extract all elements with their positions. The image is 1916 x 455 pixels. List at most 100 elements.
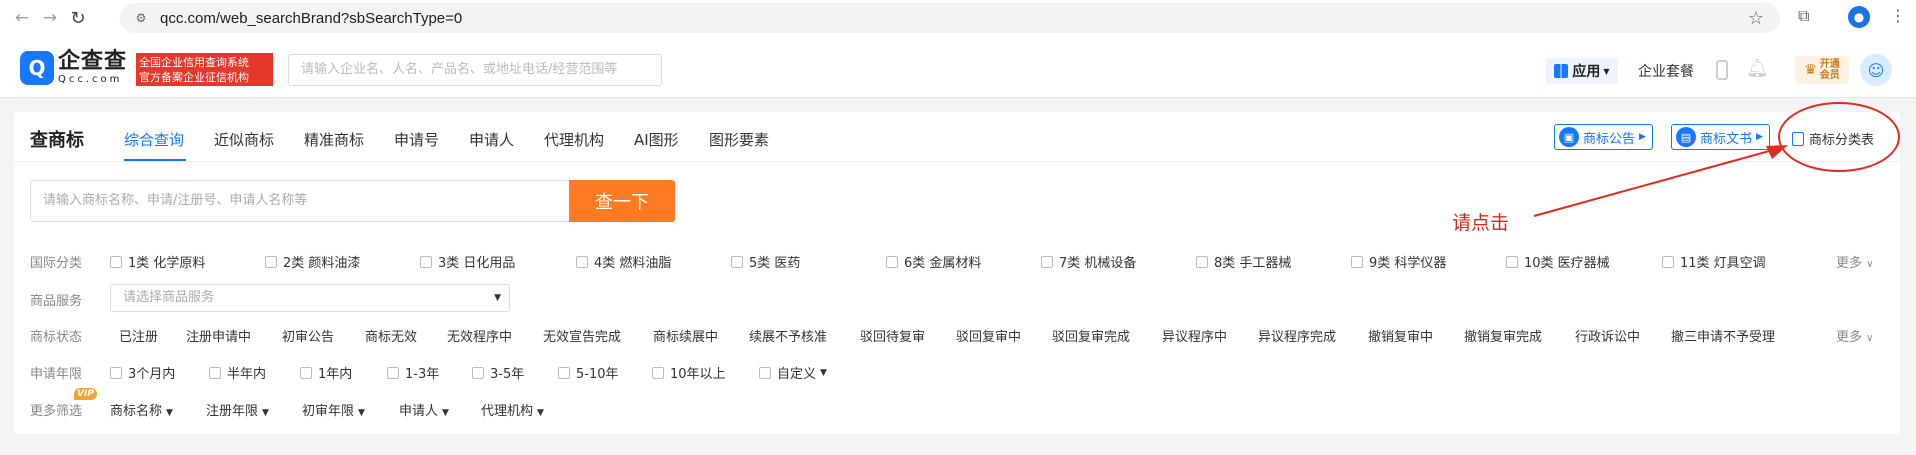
caret-down-icon: ▼ <box>358 408 365 418</box>
logo-name: 企查查 <box>58 49 128 74</box>
class-option[interactable]: 1类 化学原料 <box>110 252 205 271</box>
back-arrow-icon[interactable]: ← <box>8 4 36 32</box>
app-menu-label: 应用 <box>1572 64 1601 80</box>
profile-icon[interactable]: ● <box>1848 6 1870 28</box>
extensions-icon[interactable]: ⧉ <box>1798 6 1809 26</box>
bookmark-star-icon[interactable]: ☆ <box>1748 8 1764 29</box>
status-option[interactable]: 行政诉讼中 <box>1575 326 1640 345</box>
dropdown-agency[interactable]: 代理机构 ▼ <box>481 400 544 419</box>
status-option[interactable]: 无效程序中 <box>447 326 512 345</box>
goods-service-select[interactable]: 请选择商品服务 ▼ <box>110 284 510 312</box>
tab-comprehensive[interactable]: 综合查询 <box>124 129 184 150</box>
status-option[interactable]: 续展不予核准 <box>749 326 827 345</box>
status-option[interactable]: 驳回待复审 <box>860 326 925 345</box>
more-label: 更多 <box>1836 330 1863 345</box>
checkbox-icon <box>558 366 570 379</box>
status-option[interactable]: 撤销复审中 <box>1368 326 1433 345</box>
dropdown-label: 申请人 <box>399 404 439 419</box>
address-bar[interactable]: ⚙ qcc.com/web_searchBrand?sbSearchType=0… <box>120 3 1780 33</box>
tab-ai-image[interactable]: AI图形 <box>634 129 679 150</box>
year-option[interactable]: 5-10年 <box>558 363 619 382</box>
user-avatar[interactable]: ☺ <box>1860 54 1892 86</box>
class-option[interactable]: 3类 日化用品 <box>420 252 515 271</box>
checkbox-icon <box>731 255 743 268</box>
badge-line-2: 官方备案企业征信机构 <box>139 71 249 84</box>
class-option[interactable]: 2类 颜料油漆 <box>265 252 360 271</box>
class-option[interactable]: 4类 燃料油脂 <box>576 252 671 271</box>
dropdown-preliminary-years[interactable]: 初审年限 ▼ <box>302 400 365 419</box>
class-option-label: 10类 医疗器械 <box>1524 256 1610 271</box>
more-label: 更多 <box>1836 256 1863 271</box>
apps-grid-icon <box>1554 64 1569 78</box>
dropdown-trademark-name[interactable]: 商标名称 ▼ <box>110 400 173 419</box>
bell-icon[interactable]: 🔔︎ <box>1746 58 1769 79</box>
status-option[interactable]: 异议程序完成 <box>1258 326 1336 345</box>
crown-icon: ♛ <box>1804 61 1817 78</box>
year-option-custom[interactable]: 自定义 ▼ <box>759 363 827 382</box>
header-search-input[interactable]: 请输入企业名、人名、产品名、或地址电话/经营范围等 <box>288 54 662 86</box>
class-option[interactable]: 7类 机械设备 <box>1041 252 1136 271</box>
status-option[interactable]: 异议程序中 <box>1162 326 1227 345</box>
dropdown-registration-years[interactable]: 注册年限 ▼ <box>206 400 269 419</box>
class-option[interactable]: 5类 医药 <box>731 252 800 271</box>
year-option[interactable]: 半年内 <box>209 363 266 382</box>
dropdown-label: 商标名称 <box>110 404 163 419</box>
checkbox-icon <box>759 366 771 379</box>
year-option[interactable]: 1-3年 <box>387 363 439 382</box>
class-option-label: 6类 金属材料 <box>904 256 982 271</box>
credential-badge: 全国企业信用查询系统 官方备案企业征信机构 <box>136 53 273 86</box>
trademark-search-input[interactable]: 请输入商标名称、申请/注册号、申请人名称等 <box>30 180 570 222</box>
site-logo[interactable]: Q 企查查 Qcc.com <box>20 51 127 85</box>
tab-similar[interactable]: 近似商标 <box>214 129 274 150</box>
tab-agency[interactable]: 代理机构 <box>544 129 604 150</box>
checkbox-icon <box>1506 255 1518 268</box>
class-option[interactable]: 9类 科学仪器 <box>1351 252 1446 271</box>
checkbox-icon <box>1041 255 1053 268</box>
tab-applicant[interactable]: 申请人 <box>469 129 514 150</box>
site-info-icon[interactable]: ⚙ <box>132 9 150 27</box>
browser-menu-icon[interactable]: ⋮ <box>1890 6 1906 25</box>
year-option[interactable]: 3个月内 <box>110 363 175 382</box>
tab-image-elements[interactable]: 图形要素 <box>709 129 769 150</box>
checkbox-icon <box>300 366 312 379</box>
class-option[interactable]: 6类 金属材料 <box>886 252 981 271</box>
badge-line-1: 全国企业信用查询系统 <box>139 56 249 69</box>
year-option-label: 3-5年 <box>490 367 525 382</box>
status-option[interactable]: 撤三申请不予受理 <box>1671 326 1775 345</box>
status-option[interactable]: 商标续展中 <box>653 326 718 345</box>
caret-down-icon: ▼ <box>166 408 173 418</box>
tab-exact[interactable]: 精准商标 <box>304 129 364 150</box>
mobile-phone-icon[interactable] <box>1716 60 1728 80</box>
status-option[interactable]: 撤销复审完成 <box>1464 326 1542 345</box>
dropdown-applicant[interactable]: 申请人 ▼ <box>399 400 449 419</box>
app-menu-button[interactable]: 应用 ▼ <box>1546 58 1618 84</box>
caret-down-icon: ▼ <box>820 367 827 378</box>
search-button[interactable]: 查一下 <box>569 180 675 222</box>
status-option[interactable]: 驳回复审中 <box>956 326 1021 345</box>
tab-application-number[interactable]: 申请号 <box>394 129 439 150</box>
status-option[interactable]: 初审公告 <box>282 326 334 345</box>
year-option[interactable]: 1年内 <box>300 363 352 382</box>
more-classes-toggle[interactable]: 更多 ∨ <box>1836 252 1873 271</box>
vip-label-1: 开通 <box>1819 59 1840 70</box>
chevron-down-icon: ∨ <box>1866 333 1874 344</box>
status-option[interactable]: 注册申请中 <box>186 326 251 345</box>
forward-arrow-icon[interactable]: → <box>36 4 64 32</box>
status-option[interactable]: 商标无效 <box>365 326 417 345</box>
filter-label-goods-service: 商品服务 <box>30 294 83 309</box>
enterprise-plan-link[interactable]: 企业套餐 <box>1638 61 1694 81</box>
open-vip-button[interactable]: ♛ 开通 会员 <box>1795 56 1849 84</box>
class-option[interactable]: 11类 灯具空调 <box>1662 252 1766 271</box>
class-option-label: 3类 日化用品 <box>438 256 516 271</box>
reload-icon[interactable]: ↻ <box>64 4 92 32</box>
year-option-label: 5-10年 <box>576 367 619 382</box>
more-status-toggle[interactable]: 更多 ∨ <box>1836 326 1873 345</box>
status-option[interactable]: 无效宣告完成 <box>543 326 621 345</box>
status-option[interactable]: 驳回复审完成 <box>1052 326 1130 345</box>
year-option-label: 1-3年 <box>405 367 440 382</box>
class-option[interactable]: 8类 手工器械 <box>1196 252 1291 271</box>
status-option[interactable]: 已注册 <box>119 326 158 345</box>
year-option[interactable]: 3-5年 <box>472 363 524 382</box>
class-option[interactable]: 10类 医疗器械 <box>1506 252 1610 271</box>
year-option[interactable]: 10年以上 <box>652 363 726 382</box>
